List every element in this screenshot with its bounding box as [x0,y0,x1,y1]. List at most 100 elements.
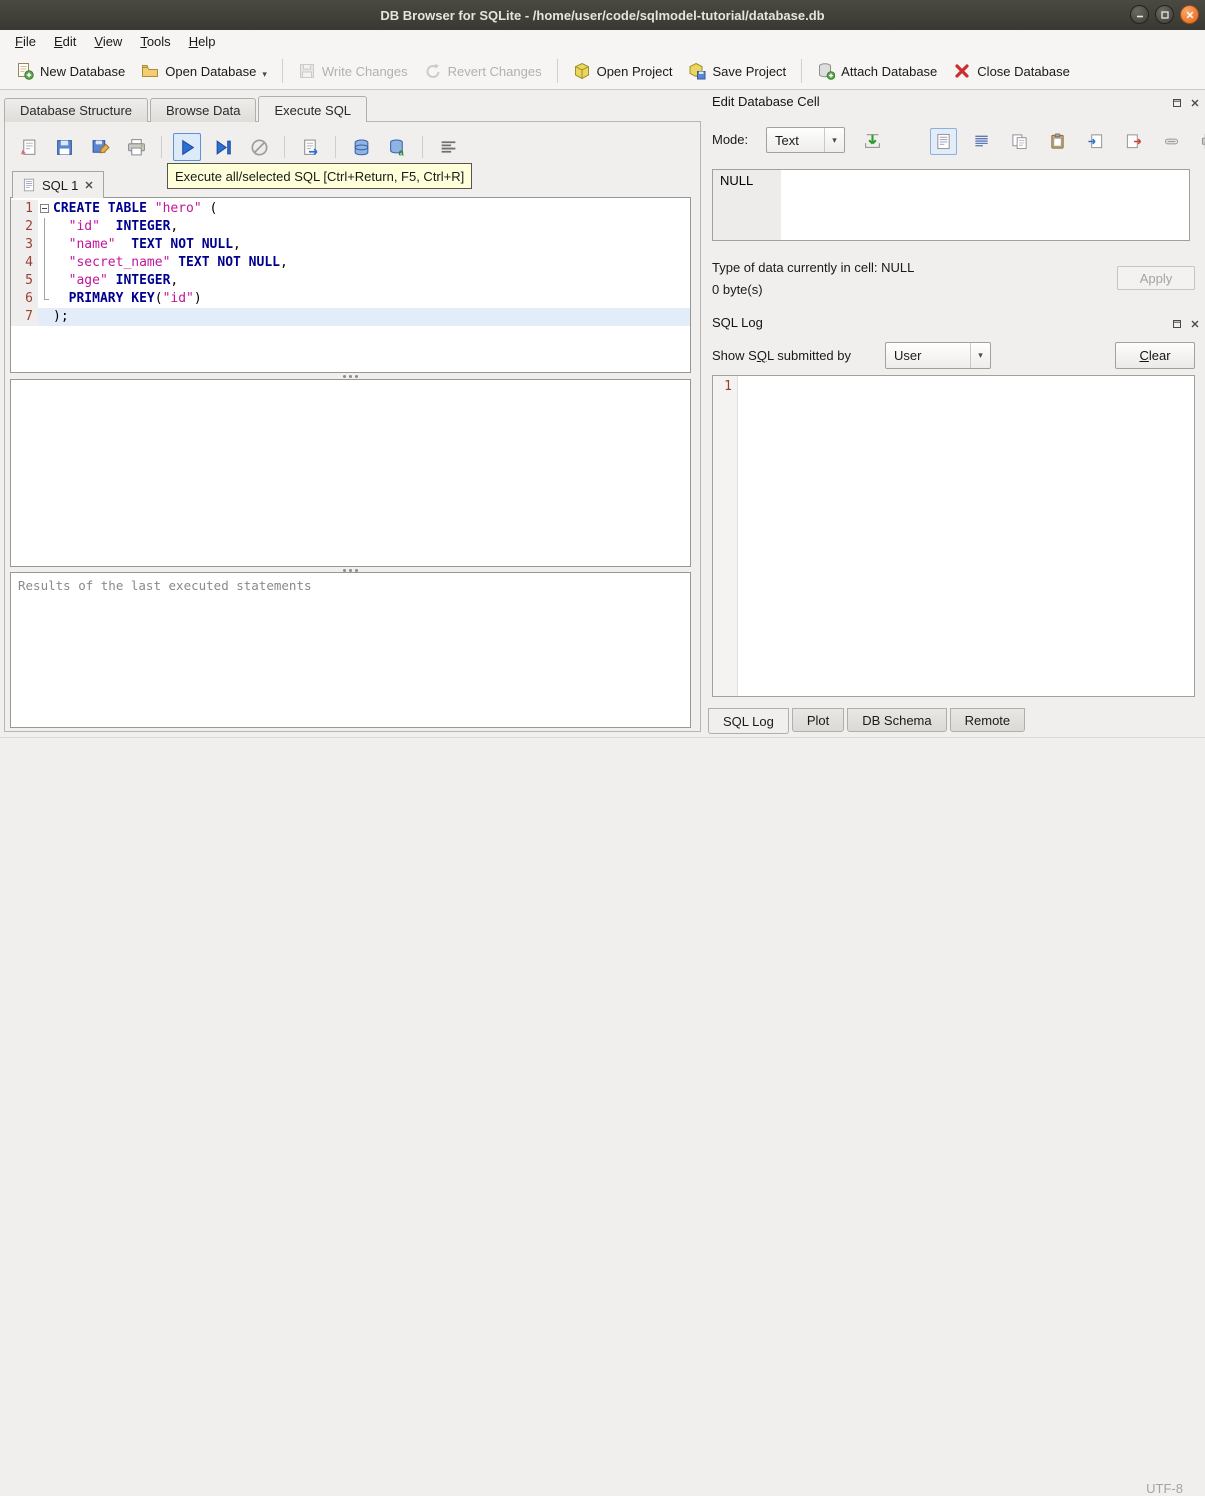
close-dock-icon[interactable] [1188,96,1201,109]
code-line[interactable]: 4 "secret_name" TEXT NOT NULL, [11,254,690,272]
chevron-down-icon[interactable]: ▾ [262,69,267,80]
execute-all-icon[interactable] [173,133,201,161]
minimize-button[interactable] [1130,5,1149,24]
code-line[interactable]: 7); [11,308,690,326]
code-line[interactable]: 3 "name" TEXT NOT NULL, [11,236,690,254]
set-null-icon[interactable] [1158,128,1185,155]
tab-browse-data[interactable]: Browse Data [150,98,257,122]
sql-log-view[interactable]: 1 [712,375,1195,697]
close-database-button[interactable]: Close Database [945,57,1078,85]
fold-margin [38,218,53,236]
results-grid [10,379,691,567]
new-database-icon [16,62,34,80]
execute-current-line-icon[interactable] [209,133,237,161]
tab-database-structure[interactable]: Database Structure [4,98,149,122]
menu-file[interactable]: File [6,31,45,52]
mode-value: Text [775,132,799,148]
import-cell-data-icon[interactable] [1082,128,1109,155]
results-message-area: Results of the last executed statements [10,572,691,728]
float-dock-icon[interactable] [1170,317,1183,330]
code-text: "name" TEXT NOT NULL, [68,237,241,252]
fold-margin [38,290,53,308]
close-dock-icon[interactable] [1188,317,1201,330]
menu-view[interactable]: View [85,31,131,52]
import-cell-file-button[interactable] [857,126,887,154]
open-project-label: Open Project [596,63,673,79]
copy-cell-icon[interactable] [1006,128,1033,155]
cell-value-editor[interactable]: NULL [712,169,1190,241]
code-line[interactable]: 1 CREATE TABLE "hero" ( [11,200,690,218]
mode-label: Mode: [712,132,749,147]
code-line[interactable]: 6 PRIMARY KEY("id") [11,290,690,308]
save-sql-file-icon[interactable] [50,133,78,161]
dock-tab-plot[interactable]: Plot [791,708,845,732]
fold-collapse-icon[interactable] [38,200,53,218]
paste-cell-icon[interactable] [1044,128,1071,155]
menubar: File Edit View Tools Help [0,30,1205,53]
dock-tab-bar: SQL Log Plot DB Schema Remote [708,708,1028,735]
float-dock-icon[interactable] [1170,96,1183,109]
save-project-icon [688,62,706,80]
open-project-icon [573,62,591,80]
mode-select[interactable]: Text ▾ [766,127,845,153]
export-cell-data-icon[interactable] [1120,128,1147,155]
print-sql-icon[interactable] [122,133,150,161]
close-icon [1185,10,1195,20]
export-results-icon[interactable] [296,133,324,161]
text-mode-icon[interactable] [930,127,957,155]
print-cell-icon[interactable] [1196,128,1205,155]
maximize-button[interactable] [1155,5,1174,24]
format-sql-icon[interactable] [434,133,462,161]
encoding-indicator[interactable]: UTF-8 [1146,1481,1183,1496]
toolbar-separator [281,59,283,83]
write-changes-icon [298,62,316,80]
menu-tools[interactable]: Tools [131,31,179,52]
open-database-icon [141,62,159,80]
menu-help[interactable]: Help [180,31,225,52]
sql-editor-tab[interactable]: SQL 1 [12,171,105,198]
code-text: "age" INTEGER, [68,273,179,288]
rtf-mode-icon[interactable] [968,128,995,155]
attach-database-button[interactable]: Attach Database [809,57,945,85]
dock-tab-db-schema[interactable]: DB Schema [847,708,947,732]
cell-size-info: 0 byte(s) [712,282,763,297]
save-project-button[interactable]: Save Project [680,57,794,85]
revert-changes-icon [424,62,442,80]
close-button[interactable] [1180,5,1199,24]
open-sql-file-icon[interactable] [14,133,42,161]
code-text: "id" INTEGER, [68,219,179,234]
sql-code-editor[interactable]: 1 CREATE TABLE "hero" (2 "id" INTEGER, 3 "… [10,197,691,373]
code-text: ); [53,308,690,326]
toolbar-separator [161,136,162,158]
dock-tab-sql-log[interactable]: SQL Log [708,708,789,734]
svg-text:a: a [398,147,404,157]
window-controls [1130,5,1199,24]
cell-type-info: Type of data currently in cell: NULL [712,260,915,275]
fold-margin [38,308,53,326]
sql-editor-toolbar: a [14,131,462,163]
code-line[interactable]: 5 "age" INTEGER, [11,272,690,290]
toolbar-separator [422,136,423,158]
fold-margin [38,272,53,290]
new-database-button[interactable]: New Database [8,57,133,85]
save-sql-as-icon[interactable] [86,133,114,161]
code-line[interactable]: 2 "id" INTEGER, [11,218,690,236]
write-changes-label: Write Changes [321,63,408,79]
find-in-sql-icon[interactable]: a [383,133,411,161]
open-database-button[interactable]: Open Database ▾ [133,57,275,85]
menu-edit[interactable]: Edit [45,31,85,52]
log-filter-select[interactable]: User ▾ [885,342,991,369]
close-tab-icon[interactable] [84,180,94,190]
log-line-number: 1 [713,376,738,696]
apply-button: Apply [1117,266,1195,290]
cell-editor-icon-row [930,127,1205,155]
open-project-button[interactable]: Open Project [565,57,681,85]
dock-tab-remote[interactable]: Remote [949,708,1026,732]
tab-execute-sql[interactable]: Execute SQL [258,96,368,122]
clear-log-button[interactable]: Clear [1115,342,1195,369]
save-results-view-icon[interactable] [347,133,375,161]
line-number: 5 [11,272,38,290]
toolbar-separator [801,59,803,83]
code-text: "secret_name" TEXT NOT NULL, [68,255,288,270]
code-text: PRIMARY KEY("id") [68,291,202,306]
